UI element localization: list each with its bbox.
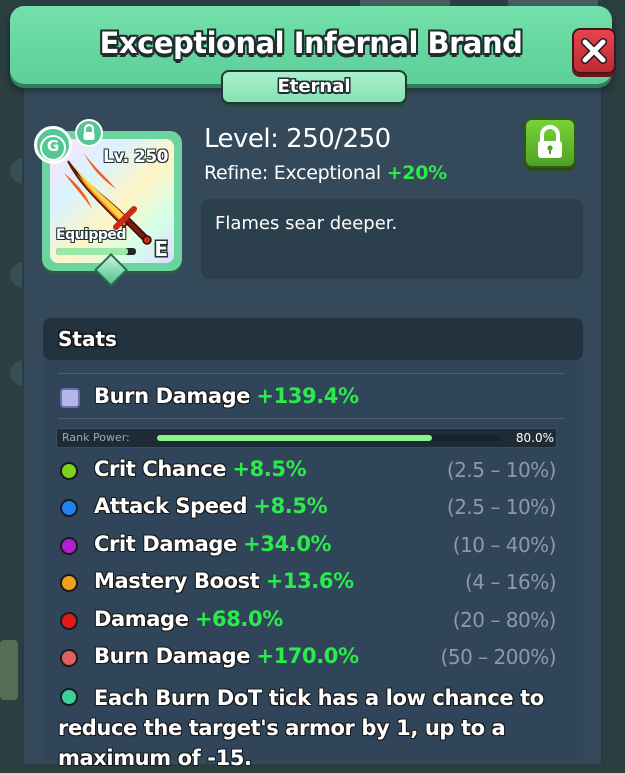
small-lock-icon [75, 119, 103, 147]
sub-stat-value: +8.5% [232, 457, 307, 481]
sub-stat-row: Crit Chance +8.5% (2.5 – 10%) [58, 457, 558, 487]
description-box: Flames sear deeper. [201, 199, 583, 279]
stat-dot-icon [60, 612, 78, 630]
sub-stat-label: Damage [94, 607, 189, 631]
sub-stat-text: Mastery Boost +13.6% [94, 569, 354, 593]
special-effect-text: Each Burn DoT tick has a low chance to r… [58, 686, 544, 770]
sub-stat-text: Crit Damage +34.0% [94, 532, 332, 556]
sub-stat-range: (2.5 – 10%) [446, 458, 557, 482]
main-stat-label: Burn Damage [94, 384, 251, 408]
rarity-badge: Eternal [221, 70, 407, 104]
item-level-badge: Lv. 250 [103, 147, 168, 167]
sub-stat-value: +170.0% [256, 644, 359, 668]
item-description: Flames sear deeper. [215, 213, 398, 234]
stat-dot-icon [60, 537, 78, 555]
sub-stat-text: Damage +68.0% [94, 607, 283, 631]
stat-dot-icon [60, 574, 78, 592]
rank-power-track [157, 435, 501, 441]
padlock-icon [538, 125, 562, 158]
refine-bonus: +20% [386, 162, 448, 184]
sub-stat-text: Crit Chance +8.5% [94, 457, 307, 481]
rarity-g-badge: G [34, 126, 72, 164]
sub-stat-label: Burn Damage [94, 644, 251, 668]
sub-stat-row: Burn Damage +170.0% (50 – 200%) [58, 644, 558, 674]
item-card-progress-fill [56, 248, 128, 255]
close-button[interactable] [572, 28, 616, 74]
stats-header: Stats [43, 318, 583, 360]
sub-stat-row: Attack Speed +8.5% (2.5 – 10%) [58, 494, 558, 524]
sub-stat-label: Crit Damage [94, 532, 237, 556]
refine-label: Refine: Exceptional [204, 162, 381, 184]
sub-stat-row: Crit Damage +34.0% (10 – 40%) [58, 532, 558, 562]
sub-stat-range: (2.5 – 10%) [446, 495, 557, 519]
sub-stat-range: (4 – 16%) [465, 570, 557, 594]
sub-stat-range: (10 – 40%) [452, 533, 557, 557]
stats-title: Stats [58, 327, 117, 351]
sub-stat-label: Mastery Boost [94, 569, 260, 593]
badge-letter: G [40, 135, 66, 161]
sub-stat-row: Damage +68.0% (20 – 80%) [58, 607, 558, 637]
level-text: Level: 250/250 [204, 124, 391, 154]
rank-power-fill [157, 435, 433, 441]
burn-damage-icon [60, 388, 80, 408]
rank-power-label: Rank Power: [62, 431, 130, 444]
item-title: Exceptional Infernal Brand [99, 26, 523, 60]
sub-stat-value: +13.6% [265, 569, 354, 593]
close-icon [581, 38, 607, 64]
rank-power-bar: Rank Power: 80.0% [56, 428, 557, 448]
stat-dot-icon [60, 649, 78, 667]
sub-stat-value: +34.0% [243, 532, 332, 556]
item-card-progress [56, 248, 136, 255]
divider [58, 418, 565, 419]
item-grade-letter: E [154, 237, 168, 261]
lock-button[interactable] [524, 118, 576, 168]
divider [58, 373, 565, 374]
sub-stat-text: Burn Damage +170.0% [94, 644, 359, 668]
sub-stat-value: +68.0% [194, 607, 283, 631]
sub-stat-range: (20 – 80%) [452, 608, 557, 632]
sub-stat-label: Attack Speed [94, 494, 248, 518]
sub-stat-row: Mastery Boost +13.6% (4 – 16%) [58, 569, 558, 599]
stat-dot-icon [60, 462, 78, 480]
item-card-art: Lv. 250 Equipped E [50, 139, 174, 263]
refine-text: Refine: Exceptional +20% [204, 162, 447, 184]
sub-stat-range: (50 – 200%) [440, 645, 557, 669]
background-side-element [0, 640, 18, 700]
rank-power-value: 80.0% [515, 431, 554, 445]
main-stat: Burn Damage +139.4% [94, 384, 359, 408]
sub-stat-text: Attack Speed +8.5% [94, 494, 328, 518]
stat-dot-icon [60, 499, 78, 517]
equipped-label: Equipped [56, 227, 126, 243]
sub-stat-label: Crit Chance [94, 457, 227, 481]
sub-stat-value: +8.5% [253, 494, 328, 518]
main-stat-value: +139.4% [256, 384, 359, 408]
